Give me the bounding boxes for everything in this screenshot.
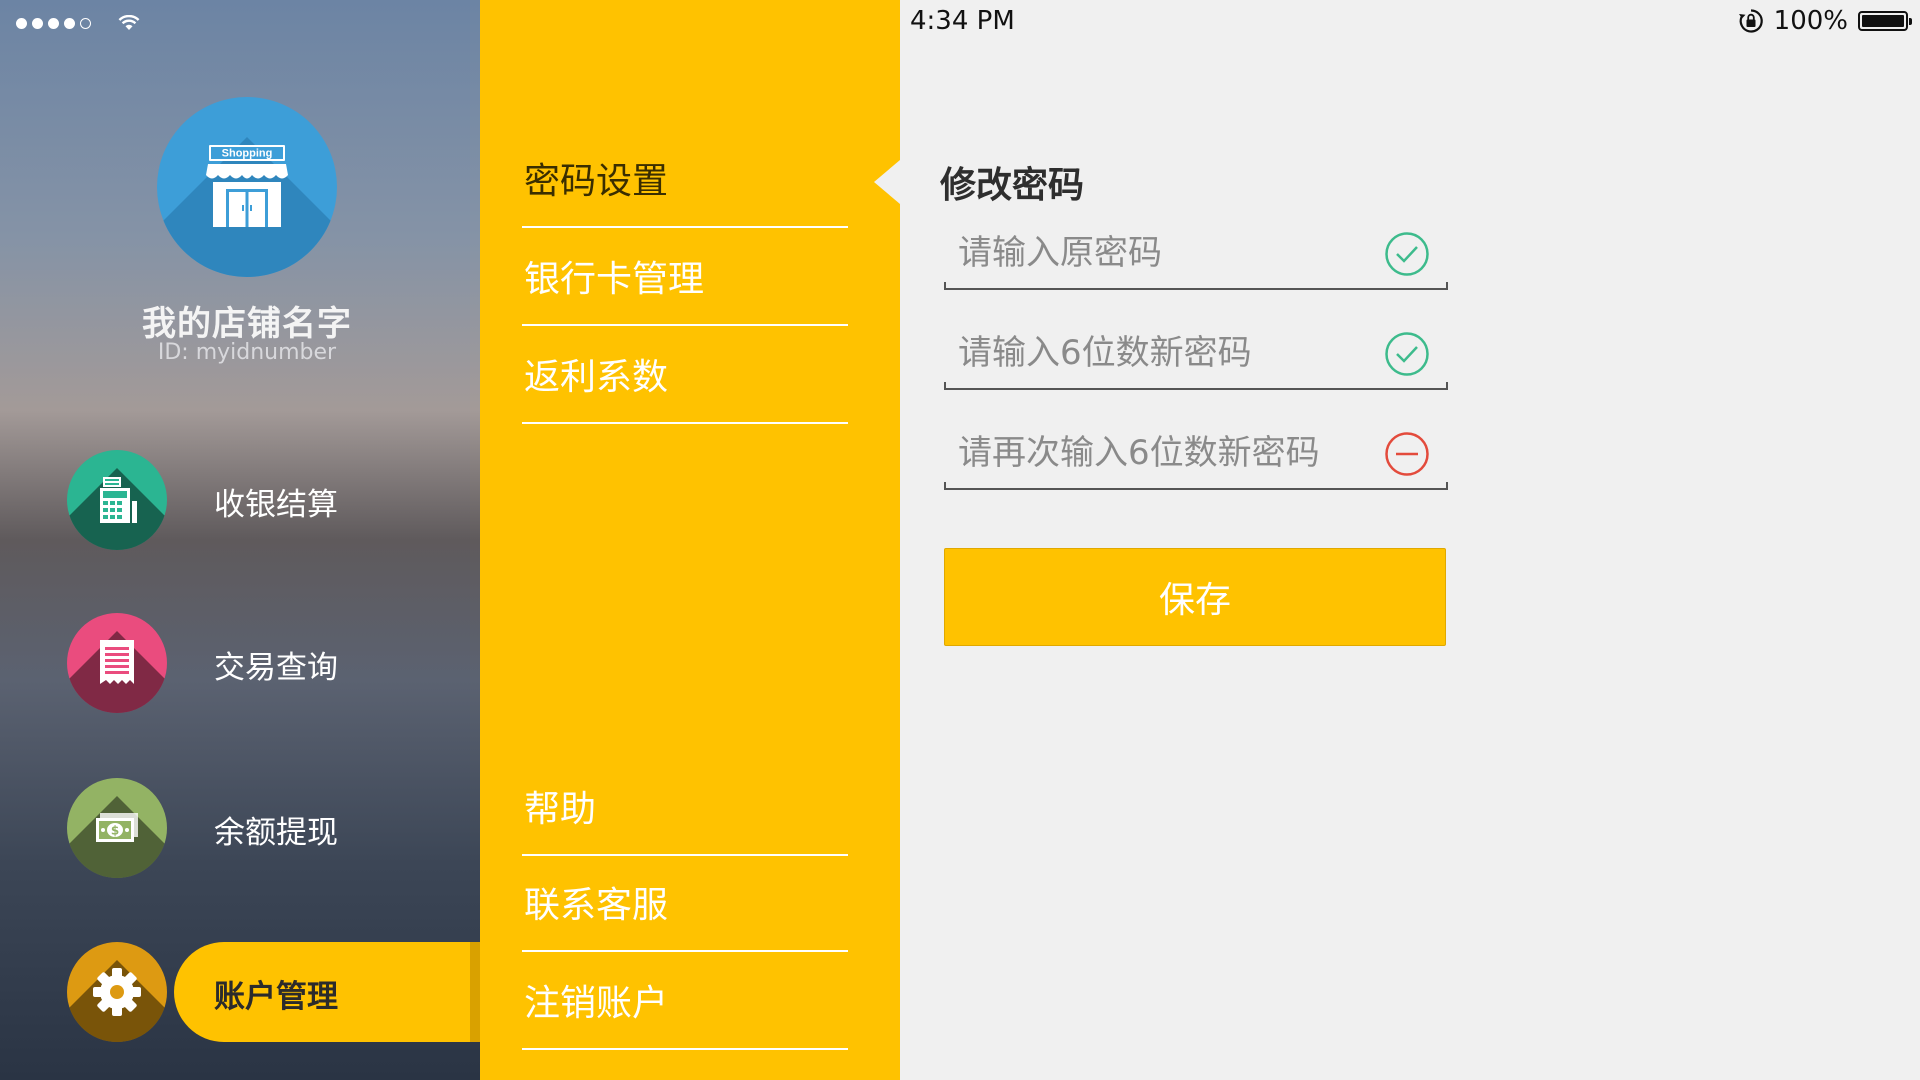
new-password-input[interactable] bbox=[944, 320, 1364, 386]
receipt-icon bbox=[100, 640, 134, 684]
cash-register-icon bbox=[100, 477, 137, 523]
sidebar-item-account[interactable]: 账户管理 bbox=[0, 942, 480, 1042]
nav-circle bbox=[67, 942, 167, 1042]
new-password-field bbox=[944, 320, 1448, 390]
status-indicators: 100% bbox=[1738, 6, 1912, 36]
battery-icon bbox=[1858, 11, 1912, 31]
menu-item-help[interactable]: 帮助 bbox=[522, 760, 848, 856]
sidebar-item-label: 余额提现 bbox=[214, 815, 338, 851]
confirm-password-field bbox=[944, 420, 1448, 490]
form-title: 修改密码 bbox=[940, 165, 1085, 206]
menu-item-rebate[interactable]: 返利系数 bbox=[522, 328, 848, 424]
menu-item-label: 返利系数 bbox=[524, 357, 669, 398]
sidebar-item-withdraw[interactable]: $ 余额提现 bbox=[0, 778, 480, 878]
menu-item-label: 银行卡管理 bbox=[524, 259, 705, 300]
signal-dot bbox=[32, 17, 43, 29]
status-time: 4:34 PM bbox=[910, 6, 1015, 36]
minus-circle-icon bbox=[1385, 432, 1429, 476]
signal-dot bbox=[48, 17, 59, 29]
rotation-lock-icon bbox=[1738, 9, 1763, 33]
gear-icon bbox=[93, 968, 141, 1016]
logo-text: Shopping bbox=[222, 148, 273, 160]
svg-text:$: $ bbox=[111, 824, 119, 838]
menu-item-label: 联系客服 bbox=[524, 885, 669, 926]
nav-circle bbox=[67, 613, 167, 713]
menu-item-logout[interactable]: 注销账户 bbox=[522, 954, 848, 1050]
sidebar: Shopping 我的店铺名字 ID: myidnumber 收银结算 交易查询… bbox=[0, 0, 480, 1080]
check-icon bbox=[1385, 232, 1429, 276]
confirm-password-input[interactable] bbox=[944, 420, 1364, 486]
sidebar-item-label: 账户管理 bbox=[214, 979, 338, 1015]
menu-item-label: 注销账户 bbox=[524, 983, 669, 1024]
sidebar-item-label: 收银结算 bbox=[214, 487, 338, 523]
nav-circle bbox=[67, 450, 167, 550]
store-logo[interactable]: Shopping bbox=[157, 97, 337, 277]
save-button[interactable]: 保存 bbox=[944, 548, 1446, 646]
check-icon bbox=[1385, 332, 1429, 376]
wifi-icon bbox=[118, 15, 140, 30]
sidebar-item-cashier[interactable]: 收银结算 bbox=[0, 450, 480, 550]
store-icon: Shopping bbox=[206, 145, 288, 227]
old-password-field bbox=[944, 220, 1448, 290]
signal-dot bbox=[80, 17, 91, 29]
old-password-input[interactable] bbox=[944, 220, 1364, 286]
sidebar-item-transactions[interactable]: 交易查询 bbox=[0, 613, 480, 713]
menu-item-contact-support[interactable]: 联系客服 bbox=[522, 856, 848, 952]
signal-dot bbox=[64, 17, 75, 29]
nav-circle: $ bbox=[67, 778, 167, 878]
money-icon: $ bbox=[96, 813, 138, 842]
store-name: 我的店铺名字 bbox=[142, 304, 352, 344]
settings-menu: 密码设置 银行卡管理 返利系数 帮助 联系客服 注销账户 bbox=[480, 0, 900, 1080]
store-id: ID: myidnumber bbox=[157, 340, 337, 365]
signal-dot bbox=[16, 17, 27, 29]
menu-item-label: 密码设置 bbox=[524, 161, 669, 202]
battery-percent: 100% bbox=[1773, 6, 1848, 36]
menu-item-bank-card[interactable]: 银行卡管理 bbox=[522, 230, 848, 326]
content-panel: 4:34 PM 100% 修改密码 保存 bbox=[900, 0, 1920, 1080]
menu-item-label: 帮助 bbox=[524, 789, 597, 830]
selection-pointer bbox=[874, 160, 900, 204]
sidebar-item-label: 交易查询 bbox=[214, 650, 338, 686]
signal-strength bbox=[16, 12, 140, 34]
menu-item-password[interactable]: 密码设置 bbox=[522, 132, 848, 228]
